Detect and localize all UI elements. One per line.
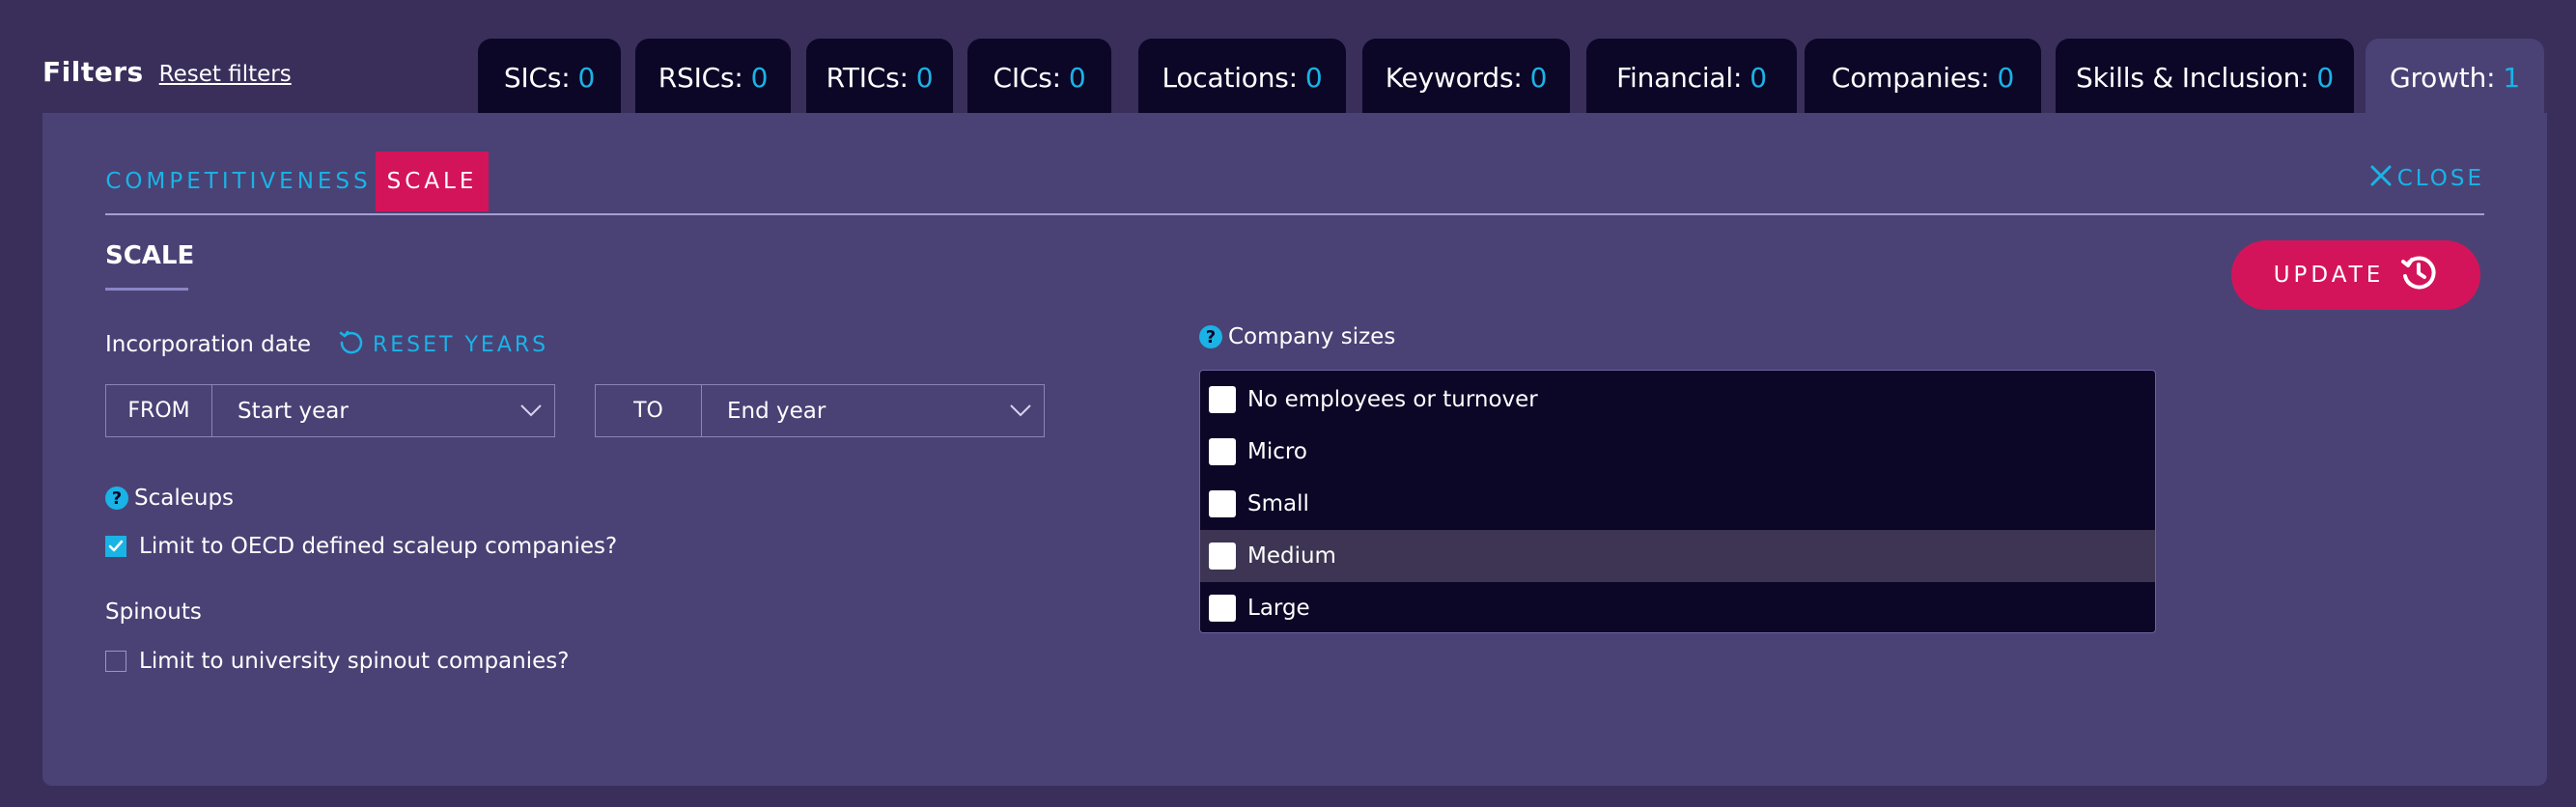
section-title: SCALE — [105, 241, 195, 270]
tab-growth[interactable]: Growth: 1 — [2366, 39, 2544, 116]
start-year-select[interactable]: Start year — [212, 385, 554, 436]
size-option-label: Micro — [1247, 439, 1307, 464]
to-label: TO — [596, 385, 702, 436]
close-label: CLOSE — [2396, 166, 2484, 191]
tab-locations[interactable]: Locations: 0 — [1138, 39, 1346, 116]
chevron-down-icon — [1007, 399, 1034, 428]
size-checkbox[interactable] — [1209, 595, 1236, 622]
tab-label: CICs: — [993, 61, 1061, 94]
list-item[interactable]: Large — [1200, 582, 2155, 634]
size-checkbox[interactable] — [1209, 543, 1236, 570]
filters-title: Filters — [42, 56, 144, 88]
subtab-scale[interactable]: SCALE — [376, 152, 489, 211]
update-label: UPDATE — [2273, 263, 2385, 288]
tab-count: 0 — [2316, 61, 2334, 94]
list-item[interactable]: Medium — [1200, 530, 2155, 582]
size-option-label: Large — [1247, 596, 1310, 621]
tab-count: 0 — [1997, 61, 2015, 94]
from-label: FROM — [106, 385, 212, 436]
size-option-label: Medium — [1247, 543, 1336, 569]
company-sizes-label: Company sizes — [1228, 324, 1396, 349]
tab-count: 0 — [1750, 61, 1767, 94]
scaleups-heading: ? Scaleups — [105, 486, 234, 511]
scaleups-checkbox-label: Limit to OECD defined scaleup companies? — [139, 534, 618, 559]
tab-count: 0 — [915, 61, 934, 94]
tab-label: Locations: — [1162, 61, 1298, 94]
tab-label: Companies: — [1831, 61, 1990, 94]
to-year-group: TO End year — [595, 384, 1045, 437]
end-year-value: End year — [727, 398, 826, 424]
tab-rsics[interactable]: RSICs: 0 — [635, 39, 791, 116]
size-checkbox[interactable] — [1209, 490, 1236, 517]
tab-financial[interactable]: Financial: 0 — [1586, 39, 1797, 116]
size-option-label: No employees or turnover — [1247, 387, 1538, 412]
company-sizes-heading: ? Company sizes — [1199, 324, 1395, 349]
reset-years-button[interactable]: RESET YEARS — [338, 328, 548, 361]
section-underline — [105, 288, 188, 291]
chevron-down-icon — [518, 399, 545, 428]
tab-label: Keywords: — [1385, 61, 1523, 94]
close-icon — [2368, 163, 2394, 194]
tab-label: Growth: — [2389, 61, 2496, 94]
close-button[interactable]: CLOSE — [2368, 163, 2484, 194]
tab-keywords[interactable]: Keywords: 0 — [1362, 39, 1570, 116]
incorporation-date-label: Incorporation date — [105, 332, 311, 357]
reset-filters-link[interactable]: Reset filters — [159, 62, 292, 87]
tab-count: 0 — [577, 61, 596, 94]
tab-count: 0 — [750, 61, 769, 94]
tab-cics[interactable]: CICs: 0 — [967, 39, 1111, 116]
tab-label: SICs: — [503, 61, 571, 94]
filters-header: Filters Reset filters — [42, 56, 292, 88]
tab-label: RTICs: — [826, 61, 909, 94]
company-sizes-list: No employees or turnover Micro Small Med… — [1199, 370, 2156, 633]
history-icon — [2399, 253, 2438, 297]
tab-count: 0 — [1068, 61, 1086, 94]
tab-rtics[interactable]: RTICs: 0 — [806, 39, 953, 116]
size-checkbox[interactable] — [1209, 438, 1236, 465]
help-icon[interactable]: ? — [105, 487, 128, 510]
update-button[interactable]: UPDATE — [2231, 240, 2480, 310]
scaleups-checkbox-row[interactable]: Limit to OECD defined scaleup companies? — [105, 534, 617, 559]
list-item[interactable]: No employees or turnover — [1200, 374, 2155, 426]
tab-count: 0 — [1529, 61, 1548, 94]
start-year-value: Start year — [238, 398, 349, 424]
scaleups-label: Scaleups — [134, 486, 235, 511]
spinouts-checkbox-label: Limit to university spinout companies? — [139, 649, 570, 674]
list-item[interactable]: Micro — [1200, 426, 2155, 478]
growth-subtabs: COMPETITIVENESS SCALE CLOSE — [105, 152, 2484, 215]
spinouts-checkbox[interactable] — [105, 651, 126, 672]
help-icon[interactable]: ? — [1199, 325, 1222, 348]
reset-icon — [338, 328, 365, 361]
spinouts-label: Spinouts — [105, 599, 202, 625]
size-checkbox[interactable] — [1209, 386, 1236, 413]
list-item[interactable]: Small — [1200, 478, 2155, 530]
tab-companies[interactable]: Companies: 0 — [1805, 39, 2041, 116]
subtab-competitiveness[interactable]: COMPETITIVENESS — [105, 152, 372, 211]
tab-skills-inclusion[interactable]: Skills & Inclusion: 0 — [2056, 39, 2354, 116]
tab-count: 0 — [1304, 61, 1323, 94]
tab-label: Financial: — [1616, 61, 1743, 94]
tab-label: Skills & Inclusion: — [2076, 61, 2310, 94]
end-year-select[interactable]: End year — [702, 385, 1044, 436]
size-option-label: Small — [1247, 491, 1309, 516]
tab-sics[interactable]: SICs: 0 — [478, 39, 621, 116]
reset-years-label: RESET YEARS — [373, 332, 549, 357]
tab-label: RSICs: — [658, 61, 743, 94]
from-year-group: FROM Start year — [105, 384, 555, 437]
spinouts-checkbox-row[interactable]: Limit to university spinout companies? — [105, 649, 569, 674]
tab-count: 1 — [2503, 61, 2520, 94]
scaleups-checkbox[interactable] — [105, 536, 126, 557]
